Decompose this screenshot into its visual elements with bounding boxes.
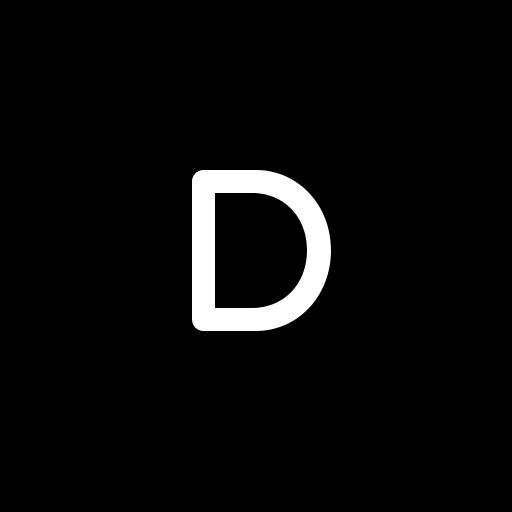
letter-d-glyph [192,170,331,331]
letter-d-monogram [192,170,331,331]
app-icon [0,0,512,512]
